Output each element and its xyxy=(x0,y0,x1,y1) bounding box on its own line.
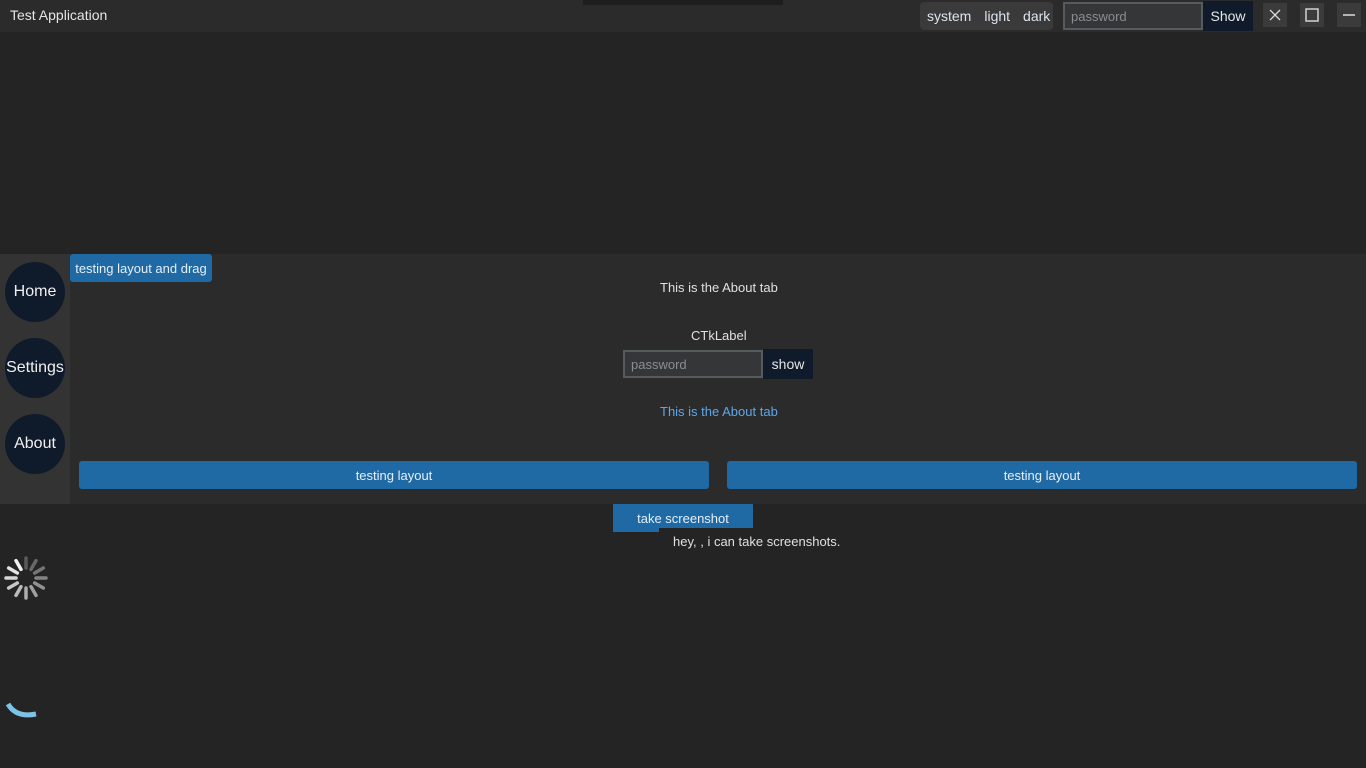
spinner-spoke xyxy=(6,581,20,590)
sidebar-item-about[interactable]: About xyxy=(5,414,65,474)
about-tab-label: This is the About tab xyxy=(660,280,778,295)
maximize-icon xyxy=(1305,8,1319,22)
progress-arc-icon xyxy=(5,702,37,718)
mode-dark[interactable]: dark xyxy=(1023,8,1050,24)
sidebar: Home Settings About xyxy=(0,254,70,504)
minimize-icon xyxy=(1343,14,1355,16)
testing-layout-button-right[interactable]: testing layout xyxy=(727,461,1357,489)
app-title: Test Application xyxy=(10,7,108,23)
top-handle[interactable] xyxy=(583,0,783,5)
appearance-mode-selector[interactable]: system light dark xyxy=(920,2,1053,30)
spinner-spoke xyxy=(29,558,38,572)
password-input-top[interactable] xyxy=(1063,2,1203,30)
screenshot-message-box: hey, , i can take screenshots. xyxy=(659,528,849,554)
spinner-spoke xyxy=(14,558,23,572)
password-input[interactable] xyxy=(623,350,763,378)
screenshot-message: hey, , i can take screenshots. xyxy=(673,534,841,549)
testing-layout-button-left[interactable]: testing layout xyxy=(79,461,709,489)
show-password-button-top[interactable]: Show xyxy=(1203,1,1253,31)
close-icon xyxy=(1269,9,1281,21)
mode-light[interactable]: light xyxy=(984,8,1010,24)
about-tab-link[interactable]: This is the About tab xyxy=(660,404,778,419)
spinner-spoke xyxy=(6,566,20,575)
ctk-label: CTkLabel xyxy=(691,328,747,343)
spinner-spoke xyxy=(29,584,38,598)
mode-system[interactable]: system xyxy=(927,8,971,24)
close-button[interactable] xyxy=(1263,3,1287,27)
show-password-button[interactable]: show xyxy=(763,349,813,379)
maximize-button[interactable] xyxy=(1300,3,1324,27)
spinner-spoke xyxy=(32,566,46,575)
minimize-button[interactable] xyxy=(1337,3,1361,27)
testing-layout-drag-button[interactable]: testing layout and drag xyxy=(70,254,212,282)
sidebar-item-home[interactable]: Home xyxy=(5,262,65,322)
sidebar-item-settings[interactable]: Settings xyxy=(5,338,65,398)
loading-spinner-icon xyxy=(4,556,48,600)
spinner-spoke xyxy=(32,581,46,590)
title-bar: Test Application system light dark Show xyxy=(0,0,1366,32)
spinner-spoke xyxy=(14,584,23,598)
